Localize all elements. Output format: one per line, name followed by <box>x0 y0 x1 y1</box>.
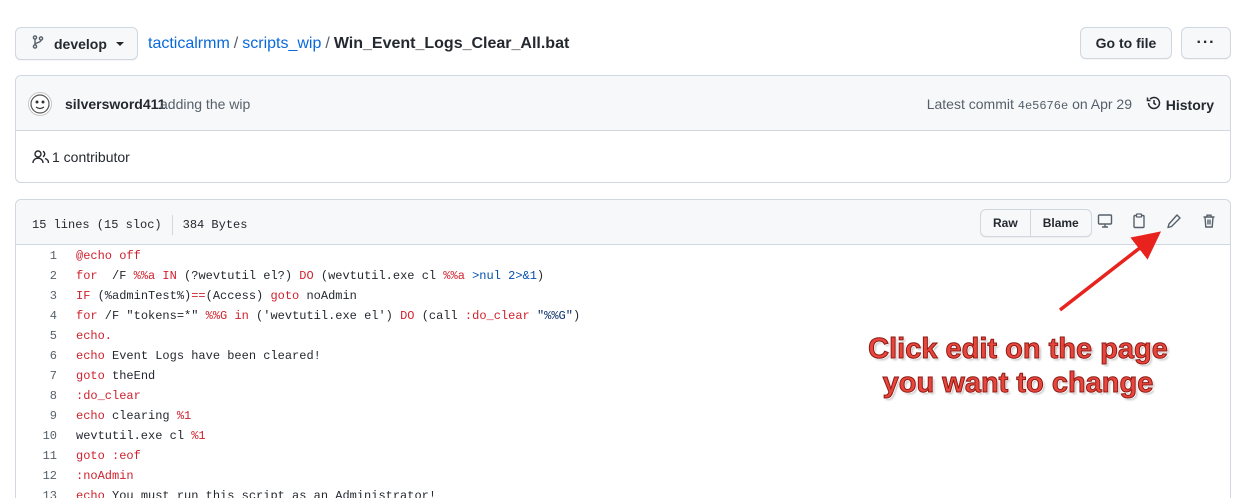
line-content: goto theEnd <box>76 369 156 383</box>
file-info: 15 lines (15 sloc) 384 Bytes <box>32 215 247 235</box>
latest-commit-info: Latest commit 4e5676e on Apr 29 <box>927 96 1132 113</box>
line-number[interactable]: 12 <box>16 466 57 486</box>
breadcrumb-repo-link[interactable]: tacticalrmm <box>148 35 230 52</box>
commit-date: on Apr 29 <box>1072 96 1132 112</box>
raw-label: Raw <box>993 216 1018 230</box>
contributors-link[interactable]: 1 contributor <box>52 149 130 165</box>
line-number[interactable]: 1 <box>16 246 57 266</box>
history-label: History <box>1165 96 1214 113</box>
code-line: 13 echo You must run this script as an Ad… <box>16 486 1230 498</box>
commit-box: silversword411 adding the wip Latest com… <box>15 75 1231 183</box>
line-content: :do_clear <box>76 389 141 403</box>
line-content: echo. <box>76 329 113 343</box>
line-content: goto :eof <box>76 449 141 463</box>
commit-sha-link[interactable]: 4e5676e <box>1018 99 1068 113</box>
code-line: 4 for /F "tokens=*" %%G in ('wevtutil.exe… <box>16 306 1230 326</box>
commit-author-link[interactable]: silversword411 <box>65 96 165 112</box>
code-line: 12 :noAdmin <box>16 466 1230 486</box>
annotation-line-1: Click edit on the page <box>868 333 1169 366</box>
annotation-text: Click edit on the page you want to chang… <box>820 332 1216 400</box>
latest-commit-row: silversword411 adding the wip Latest com… <box>16 76 1230 131</box>
display-icon[interactable] <box>1096 212 1114 230</box>
file-line-count: 15 lines (15 sloc) <box>32 218 162 232</box>
branch-select-button[interactable]: develop <box>15 27 138 60</box>
file-header: 15 lines (15 sloc) 384 Bytes Raw Blame <box>16 200 1230 245</box>
line-content: echo You must run this script as an Admi… <box>76 489 437 498</box>
line-content: @echo off <box>76 249 141 263</box>
contributors-row: 1 contributor <box>16 131 1230 182</box>
line-number[interactable]: 3 <box>16 286 57 306</box>
more-options-button[interactable]: ··· <box>1181 27 1231 59</box>
go-to-file-button[interactable]: Go to file <box>1080 27 1172 59</box>
breadcrumb-separator: / <box>233 35 239 52</box>
breadcrumb-folder-link[interactable]: scripts_wip <box>242 35 321 52</box>
line-number[interactable]: 2 <box>16 266 57 286</box>
code-line: 11 goto :eof <box>16 446 1230 466</box>
code-line: 2 for /F %%a IN (?wevtutil el?) DO (wevtu… <box>16 266 1230 286</box>
raw-button[interactable]: Raw <box>980 209 1031 237</box>
line-content: for /F "tokens=*" %%G in ('wevtutil.exe … <box>76 309 581 323</box>
line-number[interactable]: 7 <box>16 366 57 386</box>
commit-message-link[interactable]: adding the wip <box>160 96 250 112</box>
file-view-button-group: Raw Blame <box>980 209 1092 237</box>
pencil-icon[interactable] <box>1165 212 1183 230</box>
file-size: 384 Bytes <box>182 218 248 232</box>
git-branch-icon <box>30 34 46 53</box>
branch-name: develop <box>54 35 107 52</box>
line-content: echo clearing %1 <box>76 409 192 423</box>
annotation-line-2: you want to change <box>882 367 1154 400</box>
code-line: 10 wevtutil.exe cl %1 <box>16 426 1230 446</box>
file-info-divider <box>171 215 173 235</box>
line-content: IF (%adminTest%)==(Access) goto noAdmin <box>76 289 357 303</box>
go-to-file-label: Go to file <box>1095 35 1157 51</box>
breadcrumb-separator: / <box>325 35 330 52</box>
history-icon <box>1146 95 1162 114</box>
line-number[interactable]: 10 <box>16 426 57 446</box>
line-content: :noAdmin <box>76 469 134 483</box>
line-number[interactable]: 9 <box>16 406 57 426</box>
kebab-horizontal-icon: ··· <box>1196 34 1216 51</box>
line-number[interactable]: 8 <box>16 386 57 406</box>
line-number[interactable]: 13 <box>16 486 57 498</box>
line-number[interactable]: 5 <box>16 326 57 346</box>
copy-icon[interactable] <box>1130 212 1148 230</box>
avatar[interactable] <box>28 92 52 116</box>
trash-icon[interactable] <box>1200 212 1218 230</box>
caret-down-icon <box>115 36 125 52</box>
people-icon <box>32 149 50 168</box>
blame-label: Blame <box>1042 216 1079 230</box>
code-line: 9 echo clearing %1 <box>16 406 1230 426</box>
code-line: 3 IF (%adminTest%)==(Access) goto noAdmin <box>16 286 1230 306</box>
line-content: wevtutil.exe cl %1 <box>76 429 206 443</box>
line-content: echo Event Logs have been cleared! <box>76 349 321 363</box>
line-number[interactable]: 6 <box>16 346 57 366</box>
breadcrumb: tacticalrmm / scripts_wip / Win_Event_Logs_C… <box>148 34 569 54</box>
history-link[interactable]: History <box>1146 95 1214 114</box>
line-content: for /F %%a IN (?wevtutil el?) DO (wevtut… <box>76 269 545 283</box>
code-line: 1 @echo off <box>16 246 1230 266</box>
line-number[interactable]: 11 <box>16 446 57 466</box>
breadcrumb-file-name: Win_Event_Logs_Clear_All.bat <box>333 35 570 52</box>
line-number[interactable]: 4 <box>16 306 57 326</box>
latest-commit-label: Latest commit <box>926 96 1014 112</box>
blame-button[interactable]: Blame <box>1029 209 1092 237</box>
